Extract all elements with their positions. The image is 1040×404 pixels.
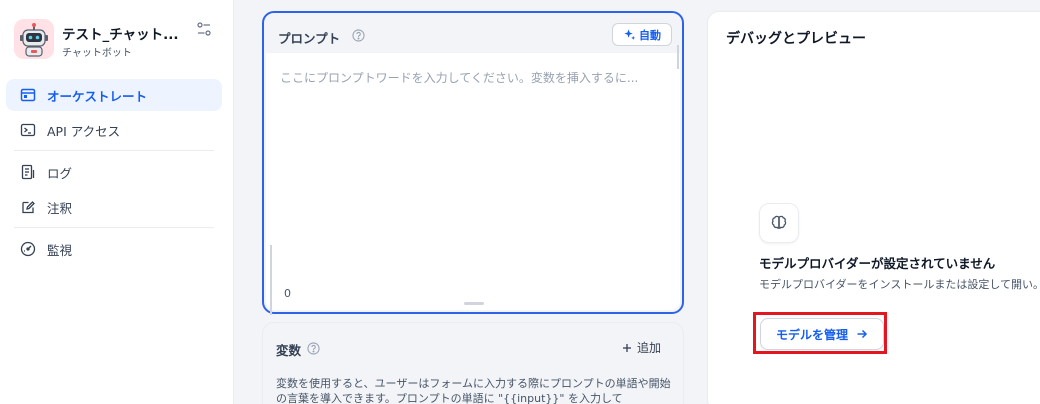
auto-generate-button[interactable]: 自動 [612,23,672,46]
variables-section: 変数 追加 変数を使用すると、ユーザーはフォームに入力する際にプロンプトの単語や… [262,322,684,404]
sidebar-item-label: オーケストレート [47,88,148,104]
prompt-placeholder: ここにプロンプトワードを入力してください。変数を挿入するに... [280,71,639,85]
sidebar-item-logs[interactable]: ログ [6,156,222,188]
plus-icon [622,343,631,352]
add-variable-label: 追加 [636,341,661,355]
sidebar-item-label: ログ [47,165,73,181]
arrow-right-icon [857,329,868,339]
debug-title: デバッグとプレビュー [726,31,866,47]
manage-models-button[interactable]: モデルを管理 [760,318,884,350]
app-avatar [14,19,54,59]
sidebar-item-label: 注釈 [47,200,73,216]
variables-description: 変数を使用すると、ユーザーはフォームに入力する際にプロンプトの単語や開始の言葉を… [276,377,671,404]
sparkle-icon [624,29,636,40]
app-header[interactable]: テスト_チャット... チャットボット [14,17,218,61]
char-count: 0 [284,287,291,300]
app-settings-icon[interactable] [196,21,214,39]
scrollbar[interactable] [270,245,272,315]
scrollbar[interactable] [677,45,679,69]
sidebar: テスト_チャット... チャットボット オーケストレート API アクセス ログ… [0,0,234,404]
app-name: テスト_チャット... [62,27,179,43]
brain-icon [759,203,799,243]
sidebar-nav: オーケストレート API アクセス ログ 注釈 監視 [6,79,222,268]
help-icon[interactable] [307,342,320,355]
sidebar-item-monitoring[interactable]: 監視 [6,233,222,265]
prompt-textarea[interactable] [266,53,680,315]
sidebar-item-api-access[interactable]: API アクセス [6,114,222,146]
add-variable-button[interactable]: 追加 [622,339,661,356]
manage-models-label: モデルを管理 [775,327,848,342]
sidebar-item-annotations[interactable]: 注釈 [6,191,222,223]
variables-label: 変数 [276,343,302,358]
auto-generate-label: 自動 [639,28,661,42]
nav-divider [14,150,214,151]
sidebar-item-label: API アクセス [47,123,121,139]
app-type: チャットボット [62,48,132,59]
orchestrate-icon [20,88,36,102]
sidebar-item-orchestrate[interactable]: オーケストレート [6,79,222,111]
no-provider-description: モデルプロバイダーをインストールまたは設定して開い。 [759,278,1040,291]
debug-preview-panel: デバッグとプレビュー モデルプロバイダーが設定されていません モデルプロバイダー… [707,11,1040,404]
gauge-icon [20,241,36,257]
annotation-icon [22,201,35,214]
sidebar-item-label: 監視 [47,242,73,258]
help-icon[interactable] [352,29,365,42]
resize-handle[interactable] [464,302,484,305]
nav-divider [14,227,214,228]
prompt-editor: プロンプト 自動 ここにプロンプトワードを入力してください。変数を挿入するに..… [262,11,684,315]
no-provider-title: モデルプロバイダーが設定されていません [759,256,996,271]
robot-icon [14,19,54,59]
log-icon [21,164,35,180]
prompt-label: プロンプト [278,31,341,46]
terminal-icon [20,123,36,137]
